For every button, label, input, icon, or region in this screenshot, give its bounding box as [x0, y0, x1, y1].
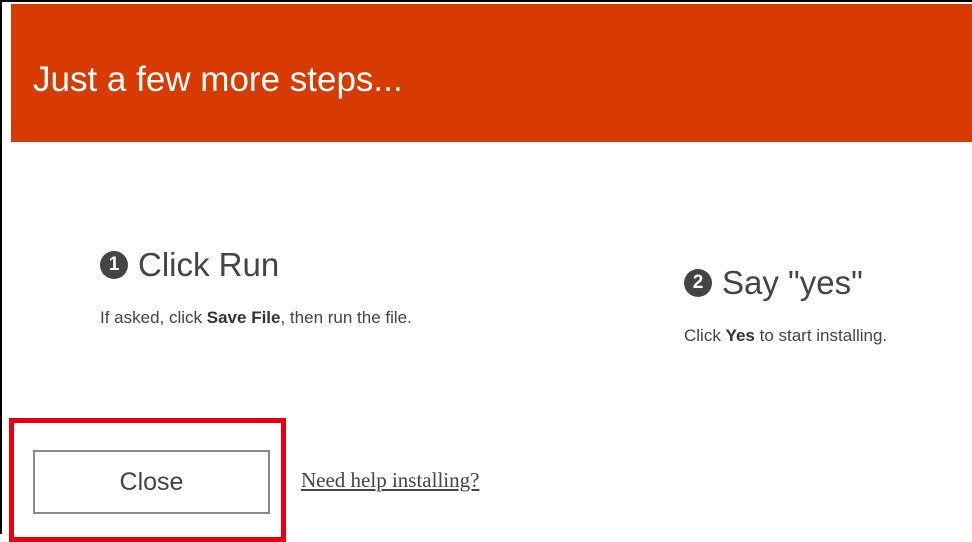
step-2-desc-suffix: to start installing. [754, 326, 888, 345]
install-dialog: Just a few more steps... 1 Click Run If … [0, 0, 972, 542]
step-2-number-icon: 2 [684, 269, 712, 297]
step-1-desc-suffix: , then run the file. [280, 308, 412, 327]
dialog-header: Just a few more steps... [11, 4, 972, 142]
step-1-number-icon: 1 [100, 251, 128, 279]
step-2-desc-prefix: Click [684, 326, 726, 345]
step-2-desc-bold: Yes [725, 326, 755, 345]
step-1-title: 1 Click Run [100, 246, 412, 284]
step-1-desc-prefix: If asked, click [100, 308, 207, 327]
close-button[interactable]: Close [33, 450, 270, 514]
need-help-link[interactable]: Need help installing? [301, 468, 479, 493]
step-2: 2 Say "yes" Click Yes to start installin… [684, 264, 887, 346]
step-2-title-text: Say "yes" [722, 264, 863, 301]
step-2-description: Click Yes to start installing. [684, 326, 887, 346]
step-1-description: If asked, click Save File, then run the … [100, 308, 412, 328]
step-1-desc-bold: Save File [206, 308, 281, 327]
dialog-title: Just a few more steps... [33, 60, 403, 99]
step-1: 1 Click Run If asked, click Save File, t… [100, 246, 412, 328]
step-2-title: 2 Say "yes" [684, 264, 887, 302]
step-1-title-text: Click Run [138, 246, 280, 283]
